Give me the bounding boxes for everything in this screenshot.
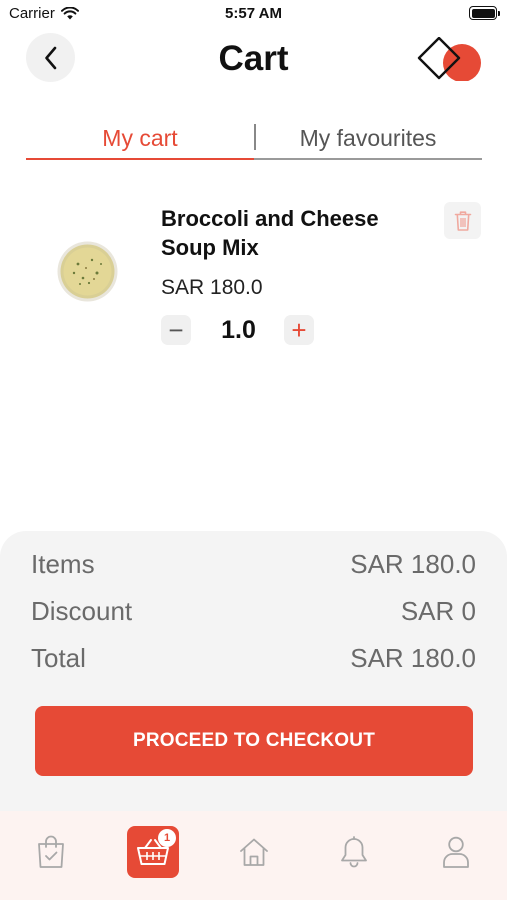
trash-icon <box>454 210 471 231</box>
nav-item-cart[interactable]: 1 <box>127 826 179 878</box>
bottom-nav: 1 <box>0 811 507 900</box>
decrease-quantity-button[interactable]: − <box>161 315 191 345</box>
tab-divider <box>254 124 256 150</box>
increase-quantity-button[interactable]: + <box>284 315 314 345</box>
nav-item-home[interactable] <box>228 826 280 878</box>
user-icon <box>443 836 469 868</box>
summary-value: SAR 180.0 <box>350 549 476 579</box>
header: Cart <box>0 33 507 85</box>
cart-count-badge: 1 <box>158 829 176 847</box>
battery-icon <box>469 6 500 20</box>
cart-item: Broccoli and Cheese Soup Mix SAR 180.0 −… <box>0 200 507 360</box>
nav-item-notifications[interactable] <box>328 826 380 878</box>
nav-item-orders[interactable] <box>25 826 77 878</box>
order-summary-panel: Items SAR 180.0 Discount SAR 0 Total SAR… <box>0 531 507 811</box>
quantity-stepper: − 1.0 + <box>161 315 321 345</box>
nav-item-profile[interactable] <box>430 826 482 878</box>
tab-my-cart[interactable]: My cart <box>26 122 254 160</box>
soup-bowl-image[interactable] <box>56 240 119 303</box>
home-icon <box>240 838 268 866</box>
summary-label: Items <box>31 549 95 579</box>
brand-logo-icon <box>417 37 481 81</box>
cart-tabs: My cart My favourites <box>26 122 482 160</box>
tab-my-favourites[interactable]: My favourites <box>254 122 482 160</box>
summary-row-discount: Discount SAR 0 <box>31 596 476 630</box>
summary-value: SAR 0 <box>400 596 476 626</box>
summary-value: SAR 180.0 <box>350 643 476 673</box>
summary-row-items: Items SAR 180.0 <box>31 549 476 583</box>
summary-row-total: Total SAR 180.0 <box>31 643 476 677</box>
bell-icon <box>341 836 367 868</box>
summary-label: Total <box>31 643 86 673</box>
summary-label: Discount <box>31 596 133 626</box>
item-price: SAR 180.0 <box>161 276 263 299</box>
proceed-to-checkout-button[interactable]: PROCEED TO CHECKOUT <box>35 706 473 776</box>
status-bar: Carrier 5:57 AM <box>0 0 507 28</box>
item-name: Broccoli and Cheese Soup Mix <box>161 206 379 260</box>
quantity-value: 1.0 <box>221 316 256 344</box>
shopping-bag-check-icon <box>38 835 64 868</box>
status-time: 5:57 AM <box>225 5 282 22</box>
delete-item-button[interactable] <box>444 202 481 239</box>
